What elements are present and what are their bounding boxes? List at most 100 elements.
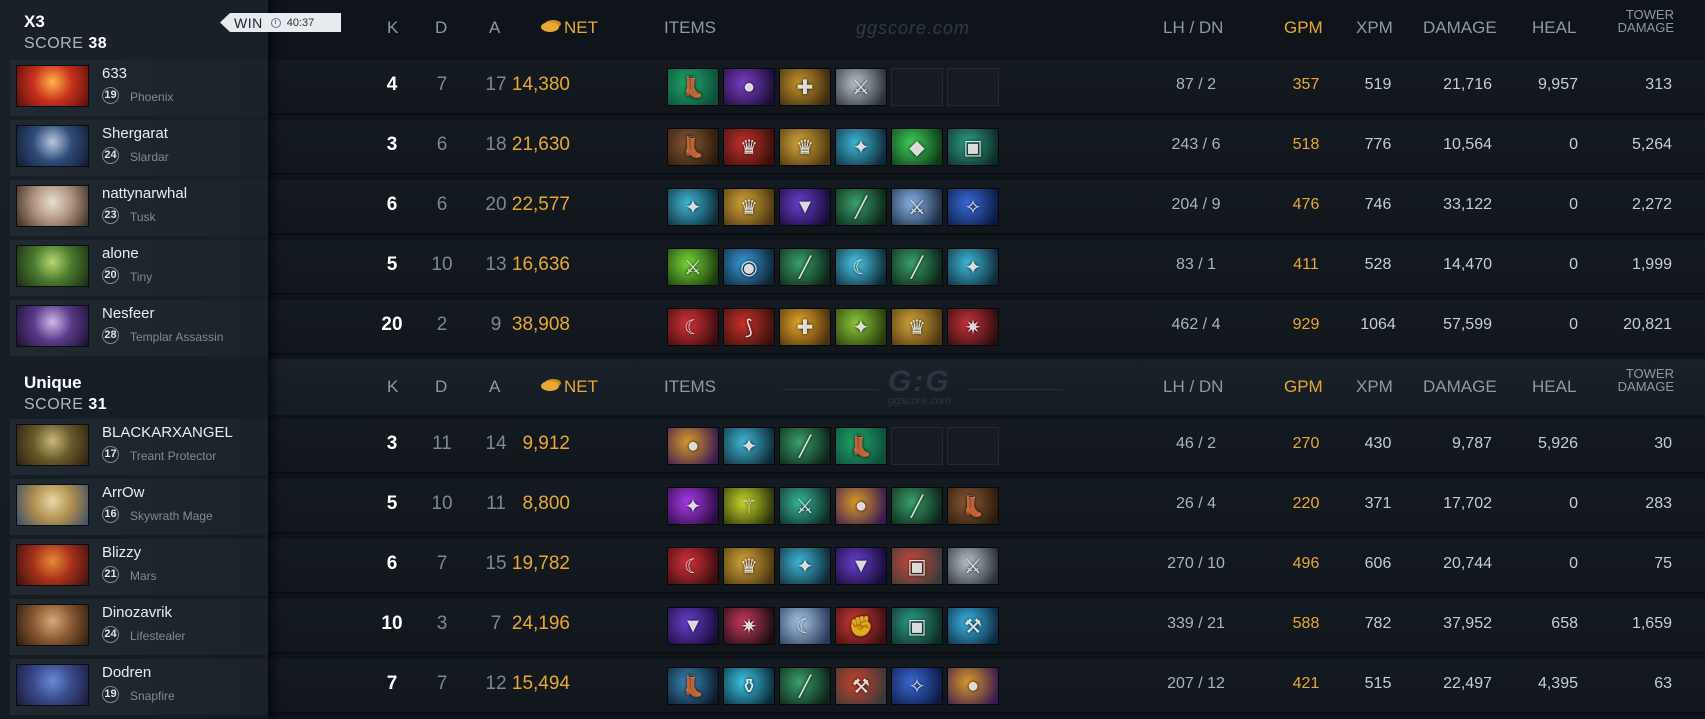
col-items[interactable]: ITEMS <box>664 377 716 397</box>
claw-icon[interactable]: ✷ <box>947 308 999 346</box>
col-a[interactable]: A <box>489 377 500 397</box>
player-name[interactable]: BLACKARXANGEL <box>102 424 233 441</box>
blade-icon[interactable]: ⚔ <box>947 547 999 585</box>
player-card[interactable]: Blizzy 21 Mars <box>10 539 268 595</box>
hero-portrait[interactable] <box>16 245 89 287</box>
gauntlet-icon[interactable]: ✊ <box>835 607 887 645</box>
cloak-icon[interactable]: ▼ <box>667 607 719 645</box>
mace-icon[interactable]: ✚ <box>779 308 831 346</box>
hero-portrait[interactable] <box>16 185 89 227</box>
scepter-icon[interactable]: ✧ <box>947 188 999 226</box>
gold-helm-icon[interactable]: ♛ <box>891 308 943 346</box>
axe-icon[interactable]: ✦ <box>779 547 831 585</box>
hero-portrait[interactable] <box>16 604 89 646</box>
player-name[interactable]: Dinozavrik <box>102 604 172 621</box>
col-xpm[interactable]: XPM <box>1356 18 1393 38</box>
boots-icon[interactable]: 👢 <box>667 667 719 705</box>
hero-portrait[interactable] <box>16 664 89 706</box>
player-name[interactable]: alone <box>102 245 139 262</box>
axe-icon[interactable]: ✦ <box>667 188 719 226</box>
col-gpm[interactable]: GPM <box>1284 377 1323 397</box>
axe-icon[interactable]: ✦ <box>947 248 999 286</box>
staff-icon[interactable]: ╱ <box>891 487 943 525</box>
col-tower-damage[interactable]: TOWER DAMAGE <box>1614 8 1674 34</box>
staff-icon[interactable]: ╱ <box>779 427 831 465</box>
boots-icon[interactable]: 👢 <box>667 68 719 106</box>
gold-helm-icon[interactable]: ♛ <box>723 188 775 226</box>
boots-icon[interactable]: 👢 <box>835 427 887 465</box>
player-name[interactable]: 633 <box>102 65 127 82</box>
crescent-icon[interactable]: ☾ <box>779 607 831 645</box>
player-card[interactable]: BLACKARXANGEL 17 Treant Protector <box>10 419 268 475</box>
col-damage[interactable]: DAMAGE <box>1423 377 1497 397</box>
player-name[interactable]: Dodren <box>102 664 151 681</box>
col-a[interactable]: A <box>489 18 500 38</box>
col-d[interactable]: D <box>435 377 447 397</box>
cloak-icon[interactable]: ▼ <box>835 547 887 585</box>
col-damage[interactable]: DAMAGE <box>1423 18 1497 38</box>
hero-portrait[interactable] <box>16 484 89 526</box>
pouch-icon[interactable]: ● <box>835 487 887 525</box>
player-card[interactable]: nattynarwhal 23 Tusk <box>10 180 268 236</box>
pouch-icon[interactable]: ● <box>667 427 719 465</box>
hero-portrait[interactable] <box>16 305 89 347</box>
staff-icon[interactable]: ╱ <box>779 248 831 286</box>
player-name[interactable]: ArrOw <box>102 484 145 501</box>
axe-icon[interactable]: ✦ <box>835 128 887 166</box>
star-icon[interactable]: ✷ <box>723 607 775 645</box>
col-tower-damage[interactable]: TOWER DAMAGE <box>1614 367 1674 393</box>
col-xpm[interactable]: XPM <box>1356 377 1393 397</box>
boots-icon[interactable]: 👢 <box>667 128 719 166</box>
col-heal[interactable]: HEAL <box>1532 377 1576 397</box>
col-lhdn[interactable]: LH / DN <box>1163 18 1223 38</box>
col-d[interactable]: D <box>435 18 447 38</box>
hammer-icon[interactable]: ⚒ <box>947 607 999 645</box>
col-lhdn[interactable]: LH / DN <box>1163 377 1223 397</box>
player-card[interactable]: ArrOw 16 Skywrath Mage <box>10 479 268 535</box>
bow-icon[interactable]: ⟆ <box>723 308 775 346</box>
hero-portrait[interactable] <box>16 65 89 107</box>
blade-icon[interactable]: ⚔ <box>835 68 887 106</box>
orb-icon[interactable]: ● <box>723 68 775 106</box>
col-heal[interactable]: HEAL <box>1532 18 1576 38</box>
player-card[interactable]: Nesfeer 28 Templar Assassin <box>10 300 268 356</box>
staff-icon[interactable]: ╱ <box>779 667 831 705</box>
scythe-icon[interactable]: ☾ <box>667 547 719 585</box>
sword-icon[interactable]: ⚔ <box>891 188 943 226</box>
armor-icon[interactable]: ▣ <box>947 128 999 166</box>
glaive-icon[interactable]: ⚔ <box>779 487 831 525</box>
helm-icon[interactable]: ♛ <box>723 128 775 166</box>
player-card[interactable]: Shergarat 24 Slardar <box>10 120 268 176</box>
col-items[interactable]: ITEMS <box>664 18 716 38</box>
cross-icon[interactable]: ✚ <box>779 68 831 106</box>
boots-icon[interactable]: 👢 <box>947 487 999 525</box>
col-k[interactable]: K <box>387 377 398 397</box>
player-card[interactable]: alone 20 Tiny <box>10 240 268 296</box>
player-card[interactable]: Dinozavrik 24 Lifestealer <box>10 599 268 655</box>
axe-icon[interactable]: ✦ <box>723 427 775 465</box>
shield-icon[interactable]: ◉ <box>723 248 775 286</box>
col-k[interactable]: K <box>387 18 398 38</box>
player-name[interactable]: Shergarat <box>102 125 168 142</box>
crescent-icon[interactable]: ☾ <box>835 248 887 286</box>
scepter-icon[interactable]: ✧ <box>891 667 943 705</box>
dagger-icon[interactable]: ✦ <box>835 308 887 346</box>
spear-icon[interactable]: ⚚ <box>723 487 775 525</box>
staff-icon[interactable]: ╱ <box>835 188 887 226</box>
gem-icon[interactable]: ◆ <box>891 128 943 166</box>
player-name[interactable]: nattynarwhal <box>102 185 187 202</box>
spear-icon[interactable]: ╱ <box>891 248 943 286</box>
potion-icon[interactable]: ⚱ <box>723 667 775 705</box>
scythe-icon[interactable]: ☾ <box>667 308 719 346</box>
hero-portrait[interactable] <box>16 424 89 466</box>
axe-icon[interactable]: ⚒ <box>835 667 887 705</box>
gold-helm-icon[interactable]: ♛ <box>723 547 775 585</box>
sword-icon[interactable]: ⚔ <box>667 248 719 286</box>
hero-portrait[interactable] <box>16 544 89 586</box>
wand-icon[interactable]: ✦ <box>667 487 719 525</box>
armor-icon[interactable]: ▣ <box>891 607 943 645</box>
cloak-icon[interactable]: ▼ <box>779 188 831 226</box>
gold-helm-icon[interactable]: ♛ <box>779 128 831 166</box>
pouch-icon[interactable]: ● <box>947 667 999 705</box>
col-net[interactable]: NET <box>541 18 598 38</box>
